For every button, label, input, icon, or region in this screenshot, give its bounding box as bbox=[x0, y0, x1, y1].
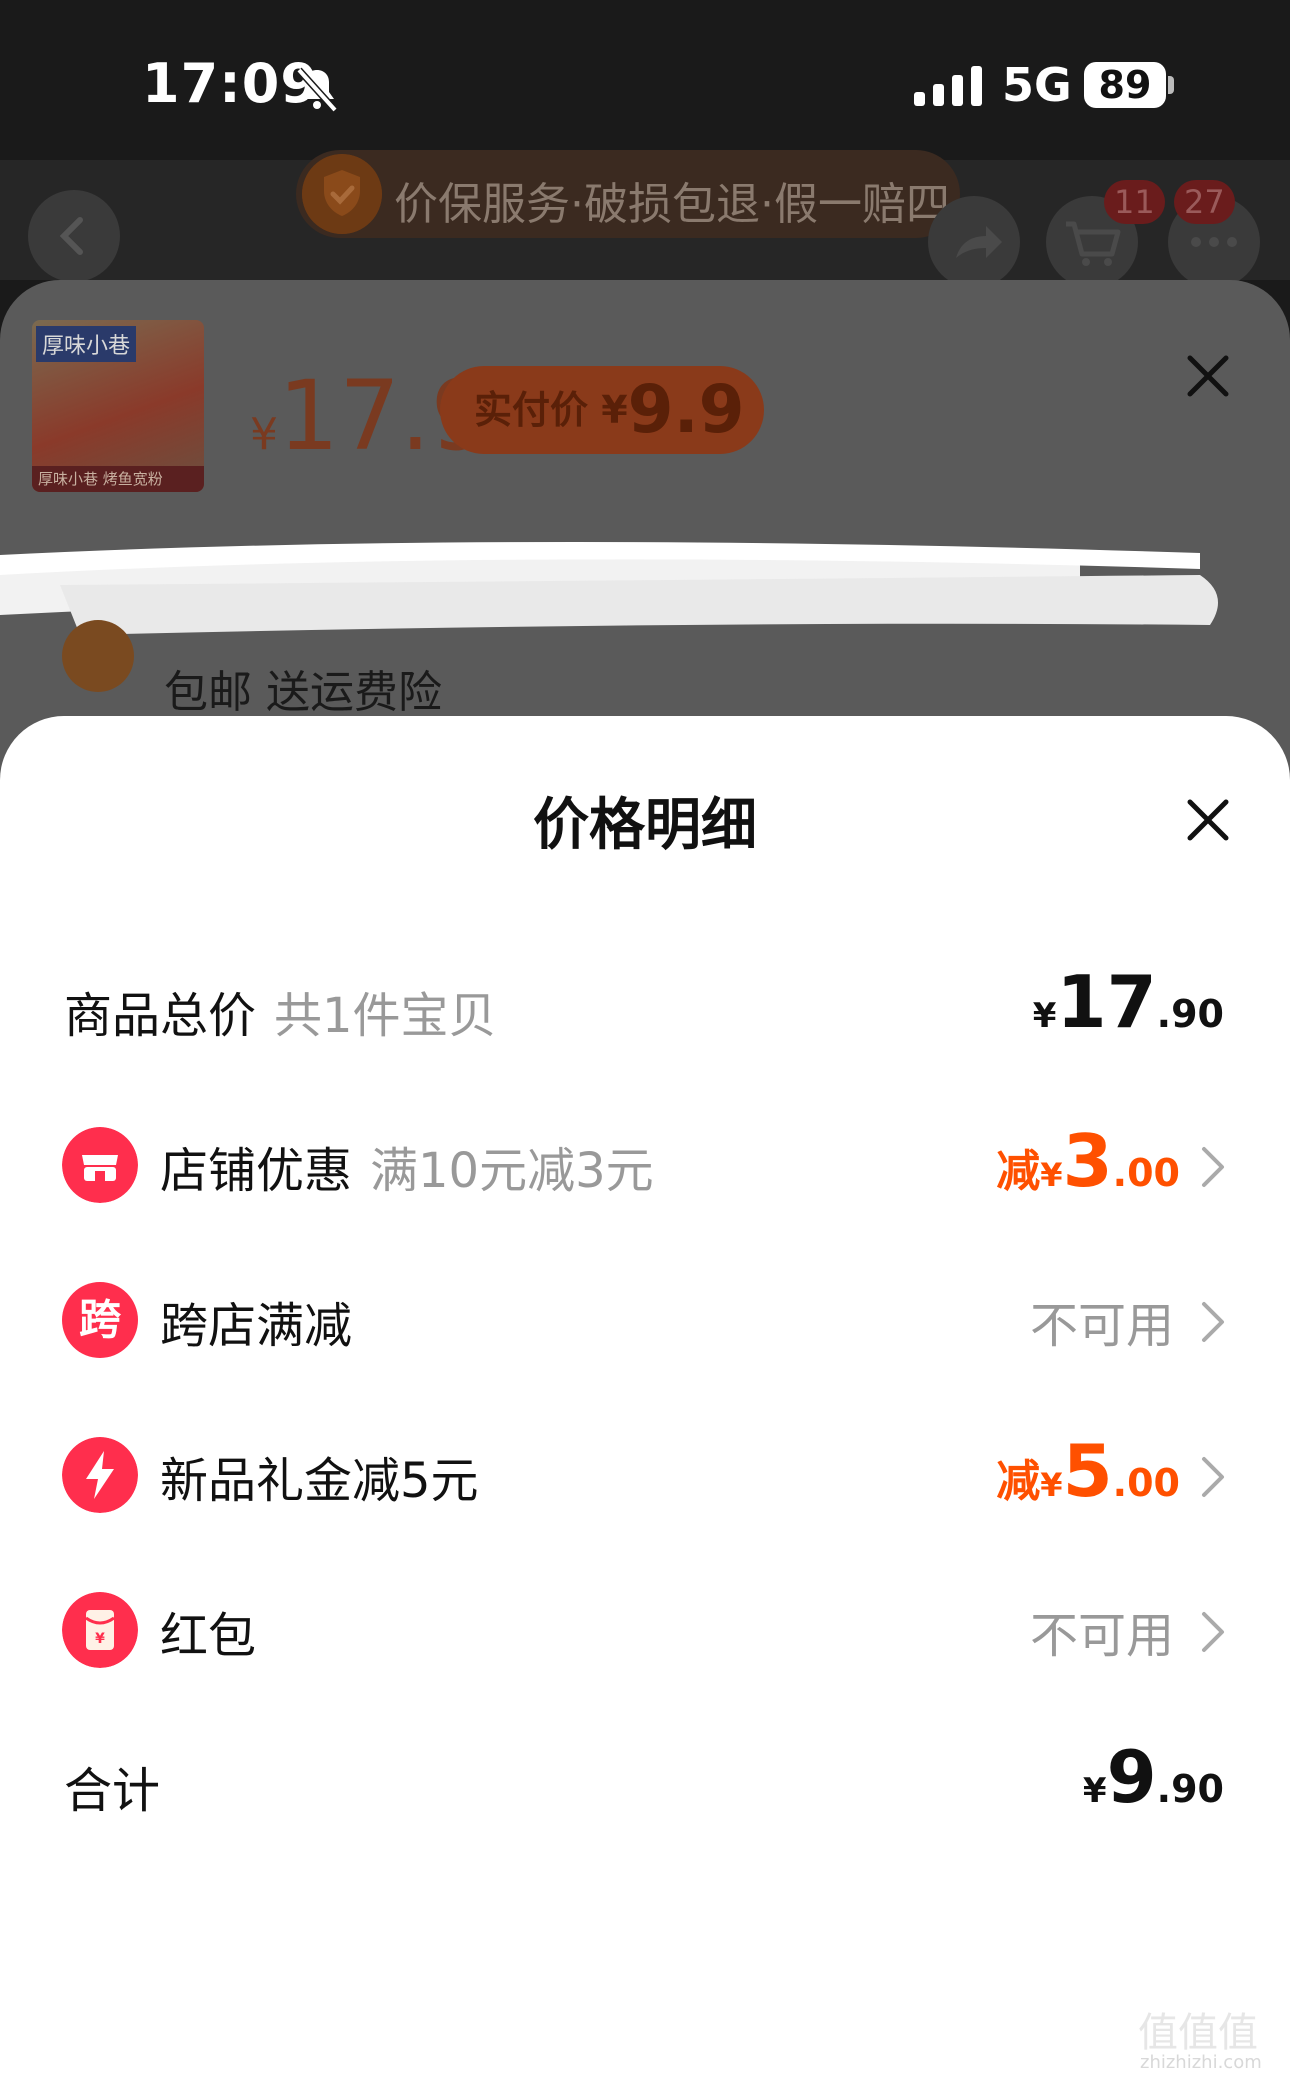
share-button[interactable] bbox=[928, 196, 1020, 288]
sheet-title: 价格明细 bbox=[533, 793, 757, 858]
goods-total-label: 商品总价 共1件宝贝 bbox=[64, 988, 497, 1044]
watermark: 值值值 bbox=[1138, 2010, 1258, 2056]
thumbnail-brand-label: 厚味小巷 bbox=[36, 326, 137, 362]
red-packet-status: 不可用 bbox=[1029, 1608, 1174, 1664]
new-product-gift-label: 新品礼金减5元 bbox=[160, 1453, 479, 1509]
lightning-icon bbox=[62, 1437, 138, 1513]
close-icon[interactable] bbox=[1184, 796, 1232, 844]
cross-store-status: 不可用 bbox=[1029, 1298, 1174, 1354]
back-button[interactable] bbox=[28, 190, 120, 282]
shop-discount-row[interactable]: 店铺优惠 满10元减3元 减¥3.00 bbox=[0, 1111, 1290, 1211]
chevron-right-icon bbox=[1202, 1457, 1224, 1497]
chevron-left-icon bbox=[59, 217, 83, 255]
product-thumbnail[interactable]: 厚味小巷 厚味小巷 烤鱼宽粉 bbox=[32, 320, 204, 492]
kua-icon: 跨 bbox=[62, 1282, 138, 1358]
red-packet-label: 红包 bbox=[160, 1608, 257, 1664]
sku-price-currency: ¥ bbox=[250, 409, 278, 460]
shield-check-icon bbox=[302, 154, 382, 234]
total-amount: ¥9.90 bbox=[1082, 1735, 1224, 1819]
goods-total-amount: ¥17.90 bbox=[1032, 960, 1224, 1044]
watermark-url: zhizhizhi.com bbox=[1140, 2052, 1262, 2073]
shipping-text: 包邮 送运费险 bbox=[164, 667, 442, 718]
thumbnail-caption: 厚味小巷 烤鱼宽粉 bbox=[32, 466, 204, 492]
shop-discount-amount: 减¥3.00 bbox=[996, 1119, 1180, 1203]
battery-tip bbox=[1168, 76, 1174, 94]
shop-discount-rule: 满10元减3元 bbox=[370, 1143, 654, 1199]
total-row: 合计 ¥9.90 bbox=[0, 1731, 1290, 1831]
pay-price-value: 9.9 bbox=[627, 371, 745, 448]
cross-store-discount-row[interactable]: 跨 跨店满减 不可用 bbox=[0, 1266, 1290, 1366]
new-product-gift-row[interactable]: 新品礼金减5元 减¥5.00 bbox=[0, 1421, 1290, 1521]
pay-price-badge: 实付价 ¥9.9 bbox=[440, 366, 764, 454]
redaction-scribble bbox=[0, 541, 1218, 635]
cross-store-label: 跨店满减 bbox=[160, 1298, 353, 1354]
red-packet-icon: ¥ bbox=[62, 1592, 138, 1668]
guarantee-text: 价保服务·破损包退·假一赔四 bbox=[394, 179, 950, 230]
goods-count: 共1件宝贝 bbox=[274, 988, 497, 1044]
chevron-right-icon bbox=[1202, 1612, 1224, 1652]
svg-text:¥: ¥ bbox=[95, 1631, 105, 1647]
new-product-gift-amount: 减¥5.00 bbox=[996, 1429, 1180, 1513]
goods-total-row: 商品总价 共1件宝贝 ¥17.90 bbox=[0, 956, 1290, 1056]
red-packet-row[interactable]: ¥ 红包 不可用 bbox=[0, 1576, 1290, 1676]
battery-icon: 89 bbox=[1084, 62, 1166, 108]
shipping-icon bbox=[62, 620, 134, 692]
pay-price-label: 实付价 ¥ bbox=[474, 388, 628, 432]
sku-panel: 厚味小巷 厚味小巷 烤鱼宽粉 ¥17.9 实付价 ¥9.9 包邮 送运费险 bbox=[0, 280, 1290, 780]
total-label: 合计 bbox=[64, 1763, 161, 1819]
price-detail-sheet: 价格明细 商品总价 共1件宝贝 ¥17.90 店铺优惠 满10元减3元 减¥3.00… bbox=[0, 716, 1290, 2079]
network-type: 5G bbox=[1002, 58, 1072, 112]
chevron-right-icon bbox=[1202, 1147, 1224, 1187]
more-badge: 27 bbox=[1174, 180, 1235, 224]
bell-muted-icon bbox=[296, 67, 338, 113]
shop-discount-label: 店铺优惠 满10元减3元 bbox=[160, 1143, 654, 1199]
share-icon bbox=[956, 226, 1002, 258]
sku-close-icon[interactable] bbox=[1184, 352, 1232, 400]
cart-badge: 11 bbox=[1104, 180, 1165, 224]
chevron-right-icon bbox=[1202, 1302, 1224, 1342]
shop-icon bbox=[62, 1127, 138, 1203]
status-bar: 17:09 5G 89 bbox=[0, 0, 1290, 160]
cellular-signal-icon bbox=[914, 66, 982, 106]
